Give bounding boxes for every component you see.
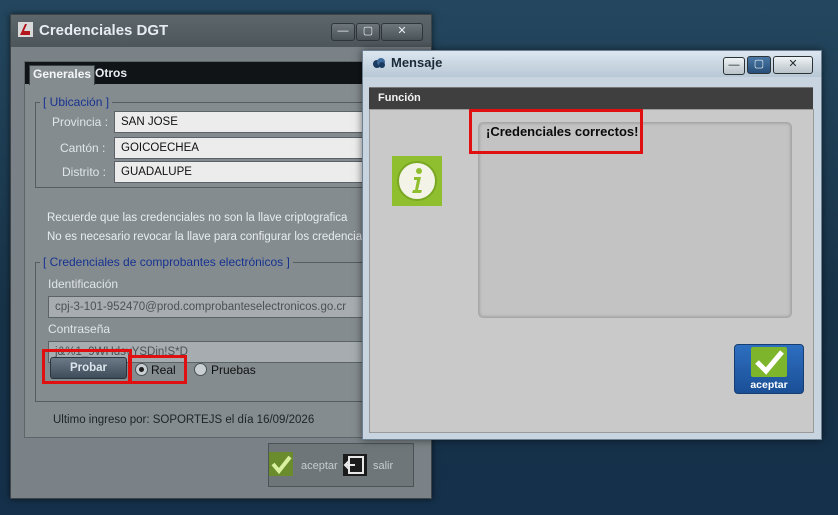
ubicacion-group: [ Ubicación ] Provincia : SAN JOSE Cantó… [35,95,397,188]
radio-pruebas[interactable] [194,363,207,376]
dialog-title: Mensaje [391,55,443,70]
dialog-accept-label: aceptar [750,379,788,391]
tab-generales[interactable]: Generales [29,65,96,85]
tab-bar: Generales Otros [25,62,405,85]
provincia-label: Provincia : [52,115,109,129]
footer-exit-label[interactable]: salir [373,460,393,472]
funcion-header: Función [369,87,813,110]
tab-otros[interactable]: Otros [95,66,127,80]
contrasena-label: Contraseña [48,322,111,336]
distrito-field[interactable]: GUADALUPE [114,161,392,183]
dialog-accept-button[interactable]: aceptar [734,344,804,394]
ubicacion-legend: [ Ubicación ] [40,95,113,109]
accept-check-icon[interactable] [269,452,293,476]
exit-icon[interactable] [343,454,367,476]
highlight-probar [42,349,132,384]
title-bar[interactable]: Credenciales DGT — ▢ ✕ [11,15,431,47]
dialog-body: ¡Credenciales correctos! aceptar [369,109,814,433]
note-llave: Recuerde que las credenciales no son la … [47,212,348,224]
minimize-button[interactable]: — [331,23,355,41]
cloud-icon [371,56,387,70]
note-revocar: No es necesario revocar la llave para co… [47,231,377,243]
credenciales-legend: [ Credenciales de comprobantes electróni… [40,255,293,269]
info-icon [392,156,442,206]
dialog-minimize-button[interactable]: — [723,57,745,75]
dialog-close-button[interactable]: ✕ [773,56,813,74]
close-button[interactable]: ✕ [381,23,423,41]
canton-field[interactable]: GOICOECHEA [114,137,392,159]
maximize-button[interactable]: ▢ [356,23,380,41]
identificacion-field[interactable]: cpj-3-101-952470@prod.comprobanteselectr… [48,296,386,318]
dialog-maximize-button[interactable]: ▢ [747,56,771,74]
highlight-message [469,109,643,154]
window-title: Credenciales DGT [39,22,169,39]
dialog-title-bar[interactable]: Mensaje — ▢ ✕ [363,51,821,77]
identificacion-label: Identificación [48,277,119,291]
distrito-label: Distrito : [62,165,107,179]
last-login-text: Ultimo ingreso por: SOPORTEJS el día 16/… [53,414,315,426]
radio-pruebas-label[interactable]: Pruebas [211,363,256,377]
funcion-label: Función [378,92,421,104]
footer-accept-label[interactable]: aceptar [301,460,338,472]
provincia-field[interactable]: SAN JOSE [114,111,392,133]
canton-label: Cantón : [60,141,106,155]
footer-buttons: aceptar salir [268,443,414,487]
app-icon [18,22,33,37]
highlight-real [128,355,187,384]
check-icon [751,347,787,377]
